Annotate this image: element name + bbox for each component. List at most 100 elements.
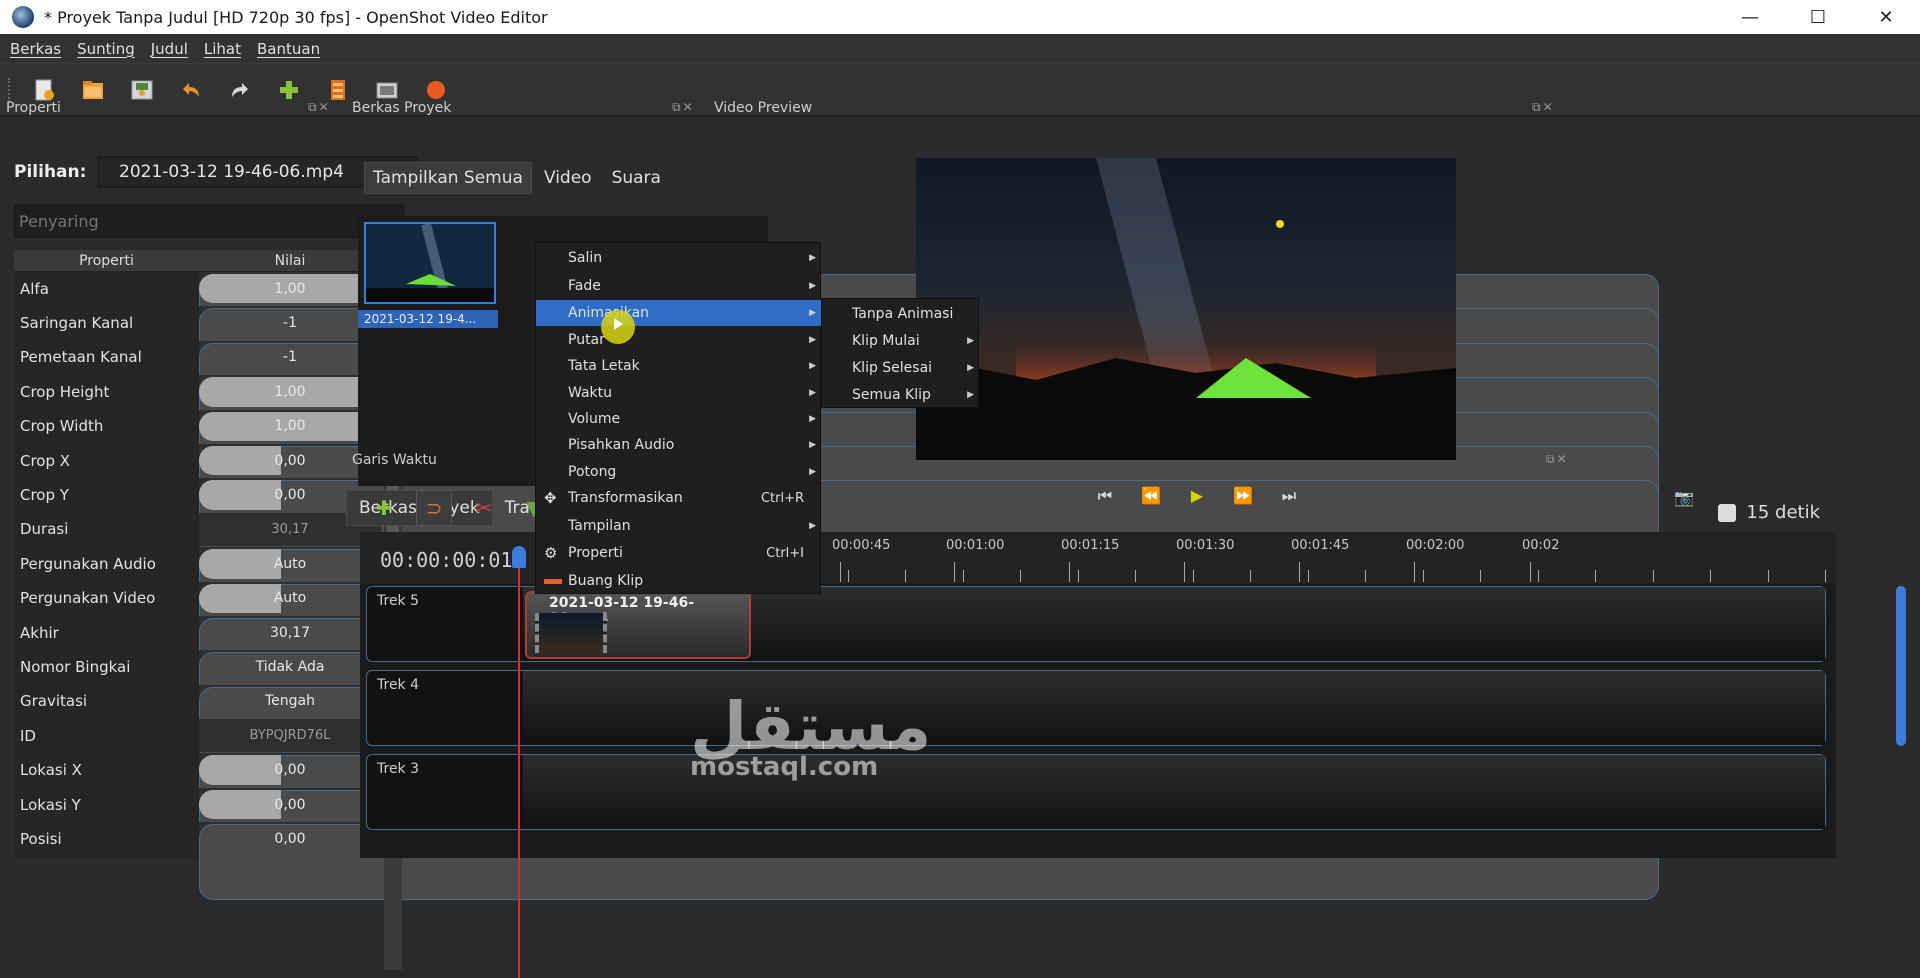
property-row[interactable]: Gravitasi Tengah (14, 684, 1659, 763)
context-menu-item[interactable]: Putar ▶ (536, 327, 822, 353)
property-value-text: 1,00 (274, 383, 306, 400)
context-menu-item[interactable]: Pisahkan Audio ▶ (536, 432, 822, 458)
track-header[interactable]: Trek 4 (367, 671, 523, 745)
undo-icon[interactable] (175, 74, 207, 106)
track-4[interactable]: Trek 4 (366, 670, 1826, 746)
add-track-icon[interactable]: ✚ (366, 490, 402, 526)
track-header[interactable]: Trek 5 (367, 587, 523, 661)
selection-label: Pilihan: (14, 162, 87, 182)
property-value-text: Auto (273, 590, 307, 607)
property-name: Nomor Bingkai (14, 650, 199, 684)
track-3[interactable]: Trek 3 (366, 754, 1826, 830)
submenu-arrow-icon: ▶ (967, 390, 974, 400)
property-row[interactable]: Alfa 1,00 (14, 272, 1659, 350)
context-menu-item[interactable]: Volume ▶ (536, 406, 822, 432)
property-row[interactable]: Pergunakan Audio Auto (14, 547, 1659, 626)
context-menu-item[interactable]: Salin ▶ (536, 245, 822, 271)
context-menu-item[interactable]: Buang Klip (536, 568, 822, 594)
submenu-arrow-icon: ▶ (809, 308, 816, 318)
context-menu-item[interactable]: Tata Letak ▶ (536, 353, 822, 379)
submenu-item[interactable]: Klip Mulai ▶ (822, 328, 980, 354)
menu-sunting[interactable]: Sunting (77, 40, 135, 58)
property-row[interactable]: Pergunakan Video Auto (14, 581, 1659, 660)
minimize-button[interactable]: — (1716, 0, 1784, 34)
menu-judul[interactable]: Judul (151, 40, 188, 58)
tab-show-all[interactable]: Tampilkan Semua (364, 162, 532, 194)
toolbar-grip[interactable] (8, 78, 12, 102)
property-row[interactable]: ID BYPQJRD76L (14, 719, 381, 754)
save-project-icon[interactable] (126, 74, 158, 106)
playhead-handle[interactable] (512, 546, 526, 568)
ruler-minor-tick (847, 570, 849, 582)
track-5[interactable]: Trek 5 2021-03-12 19-46-06.mp4 (366, 586, 1826, 662)
property-row[interactable]: Saringan Kanal -1 (14, 306, 1659, 385)
track-name: Trek 3 (377, 761, 420, 777)
animate-submenu: Tanpa Animasi Klip Mulai ▶ Klip Selesai ▶ Sem… (821, 298, 979, 408)
preview-dock-controls[interactable]: ⧉✕ (1532, 100, 1555, 115)
property-row[interactable]: Crop Y 0,00 (14, 478, 1659, 557)
submenu-arrow-icon: ▶ (809, 388, 816, 398)
ruler-tick (954, 562, 955, 582)
properties-dock-controls[interactable]: ⧉✕ (308, 100, 331, 115)
ruler-tick-label: 00:01:30 (1176, 538, 1235, 553)
context-menu-item[interactable]: ⚙ Properti Ctrl+I (536, 540, 822, 566)
import-files-icon[interactable] (273, 74, 305, 106)
timeline-scrollbar[interactable] (1896, 586, 1906, 746)
properties-table: Properti Nilai Alfa 1,00 Saringan Kanal -1 P… (14, 250, 1659, 901)
zoom-checkbox[interactable] (1718, 503, 1737, 522)
column-header-property[interactable]: Properti (14, 250, 199, 271)
remove-clip-icon (544, 579, 562, 584)
submenu-item[interactable]: Semua Klip ▶ (822, 382, 980, 408)
ruler-minor-tick (905, 570, 906, 582)
property-row[interactable]: Pemetaan Kanal -1 (14, 340, 1659, 419)
openshot-logo-icon (12, 6, 34, 28)
properties-rows: Alfa 1,00 Saringan Kanal -1 Pemetaan Kanal -1… (14, 272, 1659, 901)
context-menu: Salin▶Fade▶Animasikan▶Putar▶Tata Letak▶W… (535, 242, 822, 594)
context-menu-item[interactable]: Tampilan ▶ (536, 513, 822, 539)
property-row[interactable]: Crop Width 1,00 (14, 409, 1659, 488)
zoom-control[interactable]: 15 detik (1718, 502, 1820, 523)
tab-audio[interactable]: Suara (604, 162, 669, 194)
submenu-item[interactable]: Klip Selesai ▶ (822, 355, 980, 381)
razor-scissors-icon[interactable]: ✂ (466, 490, 502, 526)
context-menu-item[interactable]: ✥ Transformasikan Ctrl+R (536, 485, 822, 511)
ruler-tick-label: 00:00:45 (832, 538, 891, 553)
file-thumbnail-label[interactable]: 2021-03-12 19-4... (358, 310, 498, 328)
playhead-line[interactable] (518, 548, 520, 978)
menu-lihat[interactable]: Lihat (204, 40, 241, 58)
property-row[interactable]: Crop Height 1,00 (14, 375, 1659, 454)
ruler-minor-tick (1652, 570, 1654, 582)
project-files-dock-controls[interactable]: ⧉✕ (672, 100, 695, 115)
redo-icon[interactable] (224, 74, 256, 106)
file-thumbnail[interactable] (364, 222, 496, 304)
property-row[interactable]: Lokasi X 0,00 (14, 753, 1659, 832)
submenu-arrow-icon: ▶ (809, 281, 816, 291)
transform-move-icon: ✥ (544, 489, 557, 507)
open-project-icon[interactable] (77, 74, 109, 106)
context-menu-label: Properti (568, 545, 623, 561)
property-row[interactable]: Nomor Bingkai Tidak Ada (14, 650, 1659, 729)
track-header[interactable]: Trek 3 (367, 755, 523, 829)
video-frame (916, 158, 1456, 460)
property-value-text: 0,00 (274, 452, 306, 469)
timeline-clip[interactable]: 2021-03-12 19-46-06.mp4 (525, 591, 751, 659)
context-menu-item[interactable]: Potong ▶ (536, 459, 822, 485)
tab-video[interactable]: Video (536, 162, 600, 194)
property-row[interactable]: Posisi 0,00 (14, 822, 1659, 901)
property-row[interactable]: Crop X 0,00 (14, 443, 1659, 522)
close-button[interactable]: ✕ (1852, 0, 1920, 34)
property-row[interactable]: Durasi 30,17 (14, 512, 381, 548)
context-menu-item[interactable]: Waktu ▶ (536, 380, 822, 406)
property-row[interactable]: Akhir 30,17 (14, 615, 1659, 694)
menu-berkas[interactable]: Berkas (10, 40, 61, 58)
context-menu-label: Buang Klip (568, 573, 644, 589)
context-menu-item[interactable]: Fade ▶ (536, 273, 822, 299)
submenu-item[interactable]: Tanpa Animasi (822, 301, 980, 327)
context-menu-item[interactable]: Animasikan▶ (536, 300, 822, 326)
maximize-button[interactable]: ☐ (1784, 0, 1852, 34)
snapping-magnet-icon[interactable]: ⊃ (416, 490, 452, 526)
menu-bantuan[interactable]: Bantuan (257, 40, 320, 58)
context-menu-label: Waktu (568, 385, 612, 401)
property-value-text: 0,00 (274, 830, 306, 847)
property-row[interactable]: Lokasi Y 0,00 (14, 787, 1659, 866)
